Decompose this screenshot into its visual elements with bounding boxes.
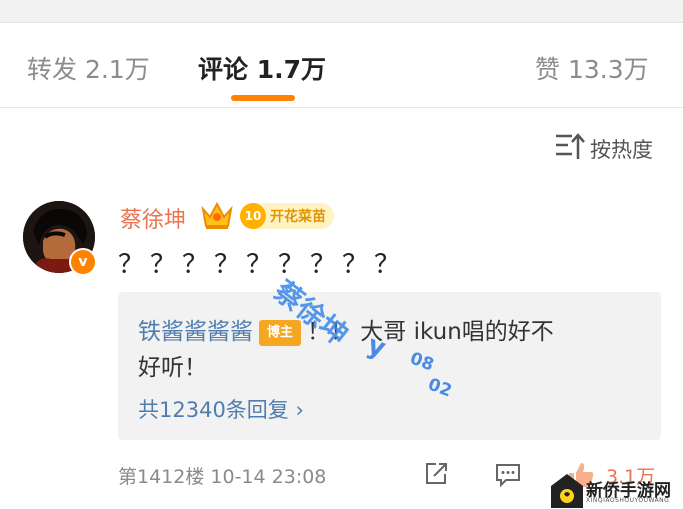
tab-divider xyxy=(0,107,683,108)
reply-text-continued: 好听！ xyxy=(138,355,207,381)
reply-line-1: 铁酱酱酱酱 博主！！ 大哥 ikun唱的好不 xyxy=(138,312,554,346)
comment-text: ？？？？？？？？？ xyxy=(118,250,407,280)
comment-username[interactable]: 蔡徐坤 xyxy=(120,202,186,234)
level-number: 10 xyxy=(240,203,266,229)
reply-button[interactable] xyxy=(494,460,522,492)
tab-like[interactable]: 赞 13.3万 xyxy=(535,50,649,86)
tab-repost[interactable]: 转发 2.1万 xyxy=(27,50,150,86)
reply-text: ！！ 大哥 ikun唱的好不 xyxy=(307,319,554,345)
comment-meta: 第1412楼 10-14 23:08 xyxy=(118,466,327,488)
sort-label: 按热度 xyxy=(590,138,653,162)
sort-button[interactable]: 按热度 xyxy=(554,132,653,166)
reply-username[interactable]: 铁酱酱酱酱 xyxy=(138,319,253,345)
share-button[interactable] xyxy=(422,460,450,492)
site-logo: 新侨手游网 XINQIAOSHOUYOUWANG xyxy=(548,470,683,509)
top-strip xyxy=(0,0,683,22)
verified-badge: v xyxy=(69,248,97,276)
crown-icon xyxy=(200,199,234,235)
author-badge: 博主 xyxy=(259,319,301,346)
share-icon xyxy=(422,463,450,492)
level-label: 开花菜苗 xyxy=(270,209,326,225)
tab-comment[interactable]: 评论 1.7万 xyxy=(198,50,326,86)
reply-box[interactable]: 铁酱酱酱酱 博主！！ 大哥 ikun唱的好不 好听！ 共12340条回复 › xyxy=(118,292,661,440)
level-badge: 10 开花菜苗 xyxy=(240,203,334,229)
comment-icon xyxy=(494,464,522,492)
sort-icon xyxy=(554,132,590,167)
site-subtitle: XINQIAOSHOUYOUWANG xyxy=(586,497,670,504)
view-replies-link[interactable]: 共12340条回复 › xyxy=(138,394,304,424)
tab-bar: 转发 2.1万 评论 1.7万 赞 13.3万 xyxy=(0,23,683,107)
active-tab-indicator xyxy=(231,95,295,101)
